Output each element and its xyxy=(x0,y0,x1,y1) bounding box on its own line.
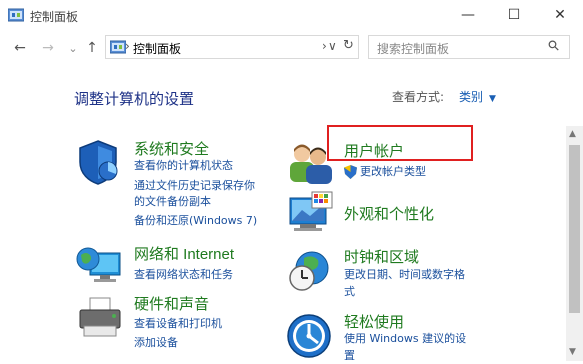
control-panel-icon xyxy=(8,8,24,22)
uac-shield-icon xyxy=(344,165,357,179)
category-system-security[interactable]: 系统和安全 xyxy=(134,138,209,159)
link-network-status[interactable]: 查看网络状态和任务 xyxy=(134,267,233,283)
recent-locations-dropdown[interactable]: ⌄ xyxy=(63,38,83,58)
chevron-down-icon[interactable]: ▼ xyxy=(489,94,496,104)
category-network-internet[interactable]: 网络和 Internet xyxy=(134,243,234,264)
link-change-date-time[interactable]: 更改日期、时间或数字格 xyxy=(344,267,465,283)
search-icon[interactable]: ⚲ xyxy=(545,37,564,56)
address-bar[interactable]: › 控制面板 › ∨ ↻ xyxy=(105,35,359,59)
link-add-device[interactable]: 添加设备 xyxy=(134,335,178,351)
page-title: 调整计算机的设置 xyxy=(74,90,195,108)
view-by-label: 查看方式: xyxy=(392,90,445,104)
network-globe-icon[interactable] xyxy=(74,241,122,289)
highlight-box xyxy=(327,125,473,161)
printer-icon[interactable] xyxy=(74,296,124,340)
close-button[interactable]: ✕ xyxy=(537,0,583,30)
category-ease-of-access[interactable]: 轻松使用 xyxy=(344,311,404,332)
link-change-date-time-cont[interactable]: 式 xyxy=(344,284,355,300)
up-button[interactable]: ↑ xyxy=(82,38,102,58)
search-input[interactable]: 搜索控制面板 xyxy=(377,40,449,57)
maximize-button[interactable]: ☐ xyxy=(491,0,537,30)
scroll-down-arrow-icon[interactable]: ▼ xyxy=(569,347,576,357)
breadcrumb-separator[interactable]: › xyxy=(322,39,327,53)
shield-icon[interactable] xyxy=(74,138,122,186)
link-change-account-type[interactable]: 更改帐户类型 xyxy=(360,164,426,180)
refresh-icon[interactable]: ↻ xyxy=(343,38,354,53)
breadcrumb[interactable]: 控制面板 xyxy=(133,40,181,57)
link-devices-printers[interactable]: 查看设备和打印机 xyxy=(134,316,222,332)
link-file-history[interactable]: 通过文件历史记录保存你 xyxy=(134,178,255,194)
link-view-computer-status[interactable]: 查看你的计算机状态 xyxy=(134,158,233,174)
minimize-button[interactable]: — xyxy=(445,0,491,30)
clock-globe-icon[interactable] xyxy=(286,246,334,294)
control-panel-icon xyxy=(110,40,126,54)
title-bar: 控制面板 — ☐ ✕ xyxy=(0,0,583,30)
link-file-history-cont[interactable]: 的文件备份副本 xyxy=(134,194,211,210)
link-backup-restore[interactable]: 备份和还原(Windows 7) xyxy=(134,213,257,229)
window-title: 控制面板 xyxy=(30,10,79,24)
search-box[interactable]: 搜索控制面板 ⚲ xyxy=(368,35,570,59)
view-by-dropdown[interactable]: 类别 ▼ xyxy=(459,88,496,105)
link-windows-recommended-cont[interactable]: 置 xyxy=(344,348,355,364)
view-by-value[interactable]: 类别 xyxy=(459,90,483,104)
scrollbar-thumb[interactable] xyxy=(569,145,580,313)
forward-button[interactable]: → xyxy=(38,38,58,58)
breadcrumb-separator[interactable]: › xyxy=(125,39,130,53)
category-hardware-sound[interactable]: 硬件和声音 xyxy=(134,293,209,314)
category-clock-region[interactable]: 时钟和区域 xyxy=(344,246,419,267)
appearance-icon[interactable] xyxy=(286,190,334,238)
scroll-up-arrow-icon[interactable]: ▲ xyxy=(569,129,576,139)
back-button[interactable]: ← xyxy=(10,38,30,58)
ease-of-access-icon[interactable] xyxy=(286,313,332,359)
address-dropdown[interactable]: ∨ xyxy=(328,39,337,53)
link-windows-recommended[interactable]: 使用 Windows 建议的设 xyxy=(344,331,466,347)
category-appearance-personalization[interactable]: 外观和个性化 xyxy=(344,203,434,224)
